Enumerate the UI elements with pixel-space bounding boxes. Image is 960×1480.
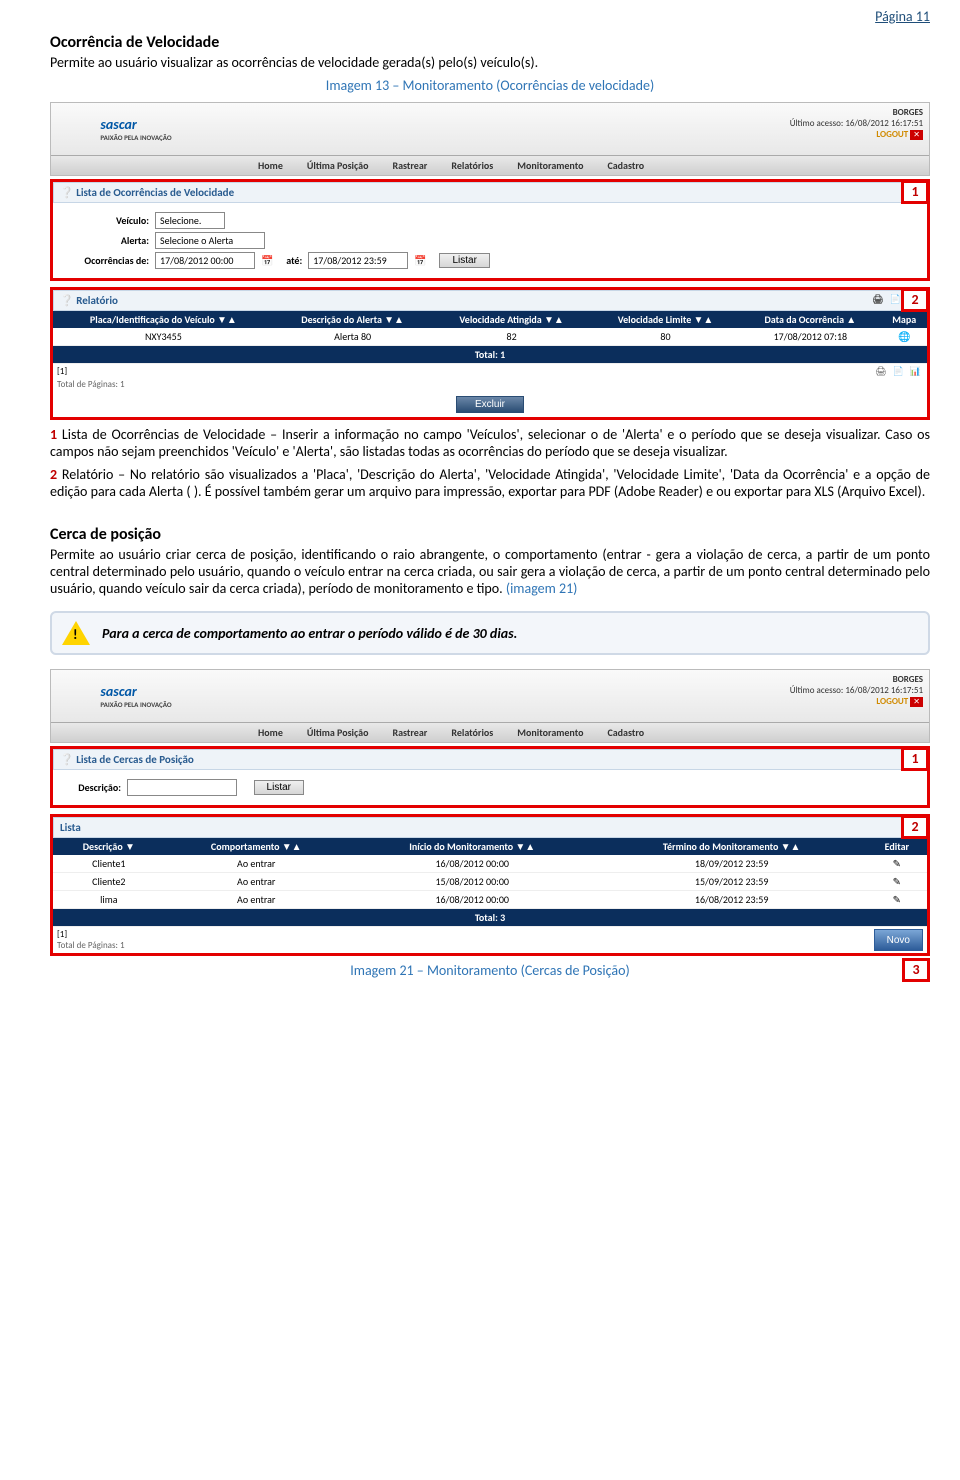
logo: sascarPAIXÃO PELA INOVAÇÃO	[51, 103, 221, 155]
listar-button-2[interactable]: Listar	[254, 780, 304, 795]
callout-c1: 1	[901, 747, 929, 771]
section1-title: Ocorrência de Velocidade	[50, 33, 930, 52]
select-alerta[interactable]: Selecione o Alerta	[155, 232, 265, 249]
th-inicio[interactable]: Início do Monitoramento ▼▲	[348, 838, 597, 855]
nav-home[interactable]: Home	[246, 156, 295, 175]
th-comp[interactable]: Comportamento ▼▲	[165, 838, 348, 855]
note-text: Para a cerca de comportamento ao entrar …	[102, 625, 517, 642]
body-text-1: 1 Lista de Ocorrências de Velocidade – I…	[50, 426, 930, 460]
panel-header-lista: Lista	[53, 817, 927, 838]
input-descricao[interactable]	[127, 779, 237, 796]
th-vel-atingida[interactable]: Velocidade Atingida ▼▲	[432, 311, 592, 328]
table-row: limaAo entrar16/08/2012 00:0016/08/2012 …	[53, 891, 927, 909]
export-icons-2[interactable]: 🖨 📄 📊	[875, 366, 923, 377]
callout-2: 2	[901, 288, 929, 312]
status-block: BORGES Último acesso: 16/08/2012 16:17:5…	[221, 103, 929, 155]
table-row: Cliente1Ao entrar16/08/2012 00:0018/09/2…	[53, 855, 927, 873]
map-icon[interactable]: 🌐	[881, 328, 927, 346]
callout-c2: 2	[901, 815, 929, 839]
listar-button[interactable]: Listar	[439, 253, 489, 268]
redbox-2: 2 ❔ Relatório 🖨 📄 📊 Placa/Identificação …	[50, 287, 930, 420]
navbar: Home Última Posição Rastrear Relatórios …	[51, 155, 929, 175]
navbar: Home Última Posição Rastrear Relatórios …	[51, 722, 929, 742]
caption-img13: Imagem 13 – Monitoramento (Ocorrências d…	[50, 77, 930, 94]
panel-header-relatorio: ❔ Relatório 🖨 📄 📊	[53, 290, 927, 311]
total-row: Total: 1	[53, 346, 927, 364]
nav-relatorios[interactable]: Relatórios	[439, 156, 505, 175]
label-alerta: Alerta:	[61, 234, 149, 247]
logo: sascarPAIXÃO PELA INOVAÇÃO	[51, 670, 221, 722]
nav-cadastro[interactable]: Cadastro	[595, 156, 656, 175]
input-data-ate[interactable]: 17/08/2012 23:59	[308, 252, 408, 269]
nav-ultimaposicao[interactable]: Última Posição	[295, 156, 381, 175]
page-count: Total de Páginas: 1	[57, 940, 125, 951]
nav-monitoramento[interactable]: Monitoramento	[505, 156, 595, 175]
input-data-de[interactable]: 17/08/2012 00:00	[155, 252, 255, 269]
table-row: NXY3455 Alerta 80 82 80 17/08/2012 07:18…	[53, 328, 927, 346]
nav-ultimaposicao[interactable]: Última Posição	[295, 723, 381, 742]
label-descricao: Descrição:	[61, 781, 121, 794]
warning-icon	[62, 621, 90, 645]
redbox-1: 1 ❔ Lista de Ocorrências de Velocidade V…	[50, 179, 930, 281]
th-placa[interactable]: Placa/Identificação do Veículo ▼▲	[53, 311, 274, 328]
novo-button[interactable]: Novo	[874, 929, 923, 951]
edit-icon[interactable]: ✎	[867, 855, 927, 873]
nav-rastrear[interactable]: Rastrear	[380, 723, 439, 742]
th-desc[interactable]: Descrição ▼	[53, 838, 165, 855]
label-ate: até:	[286, 254, 302, 267]
app-screenshot-2: sascarPAIXÃO PELA INOVAÇÃO BORGES Último…	[50, 669, 930, 743]
redbox-cercas-1: 1 ❔ Lista de Cercas de Posição Descrição…	[50, 746, 930, 808]
total-row: Total: 3	[53, 909, 927, 927]
redbox-cercas-2: 2 Lista Descrição ▼ Comportamento ▼▲ Iní…	[50, 814, 930, 956]
note-box: Para a cerca de comportamento ao entrar …	[50, 611, 930, 655]
page-count: Total de Páginas: 1	[53, 379, 927, 390]
close-icon[interactable]: ✕	[910, 697, 923, 707]
th-descricao[interactable]: Descrição do Alerta ▼▲	[274, 311, 432, 328]
page-list[interactable]: [1]	[57, 366, 67, 377]
status-block: BORGES Último acesso: 16/08/2012 16:17:5…	[221, 670, 929, 722]
edit-icon[interactable]: ✎	[867, 891, 927, 909]
section1-desc: Permite ao usuário visualizar as ocorrên…	[50, 54, 930, 71]
callout-1: 1	[901, 180, 929, 204]
th-editar: Editar	[867, 838, 927, 855]
table-row: Cliente2Ao entrar15/08/2012 00:0015/09/2…	[53, 873, 927, 891]
label-veiculo: Veículo:	[61, 214, 149, 227]
th-vel-limite[interactable]: Velocidade Limite ▼▲	[592, 311, 740, 328]
select-veiculo[interactable]: Selecione.	[155, 212, 225, 229]
panel-header-ocorrencias: ❔ Lista de Ocorrências de Velocidade	[53, 182, 927, 203]
close-icon[interactable]: ✕	[910, 130, 923, 140]
logout-link[interactable]: LOGOUT	[876, 129, 908, 140]
page-number: Página 11	[50, 0, 930, 25]
th-termino[interactable]: Término do Monitoramento ▼▲	[597, 838, 867, 855]
nav-home[interactable]: Home	[246, 723, 295, 742]
th-mapa: Mapa	[881, 311, 927, 328]
section2-desc: Permite ao usuário criar cerca de posiçã…	[50, 546, 930, 597]
logout-link[interactable]: LOGOUT	[876, 696, 908, 707]
table-cercas: Descrição ▼ Comportamento ▼▲ Início do M…	[53, 838, 927, 927]
table-relatorio: Placa/Identificação do Veículo ▼▲ Descri…	[53, 311, 927, 364]
page-list[interactable]: [1]	[57, 929, 125, 940]
nav-relatorios[interactable]: Relatórios	[439, 723, 505, 742]
caption-img21: Imagem 21 – Monitoramento (Cercas de Pos…	[50, 962, 930, 979]
body-text-2: 2 Relatório – No relatório são visualiza…	[50, 466, 930, 500]
section2-title: Cerca de posição	[50, 525, 930, 544]
excluir-button[interactable]: Excluir	[456, 396, 524, 413]
app-screenshot-1: sascarPAIXÃO PELA INOVAÇÃO BORGES Último…	[50, 102, 930, 176]
nav-rastrear[interactable]: Rastrear	[380, 156, 439, 175]
nav-cadastro[interactable]: Cadastro	[595, 723, 656, 742]
th-data[interactable]: Data da Ocorrência ▲	[739, 311, 881, 328]
panel-header-cercas: ❔ Lista de Cercas de Posição	[53, 749, 927, 770]
nav-monitoramento[interactable]: Monitoramento	[505, 723, 595, 742]
label-ocorrencias: Ocorrências de:	[61, 254, 149, 267]
callout-3: 3	[902, 958, 930, 982]
edit-icon[interactable]: ✎	[867, 873, 927, 891]
